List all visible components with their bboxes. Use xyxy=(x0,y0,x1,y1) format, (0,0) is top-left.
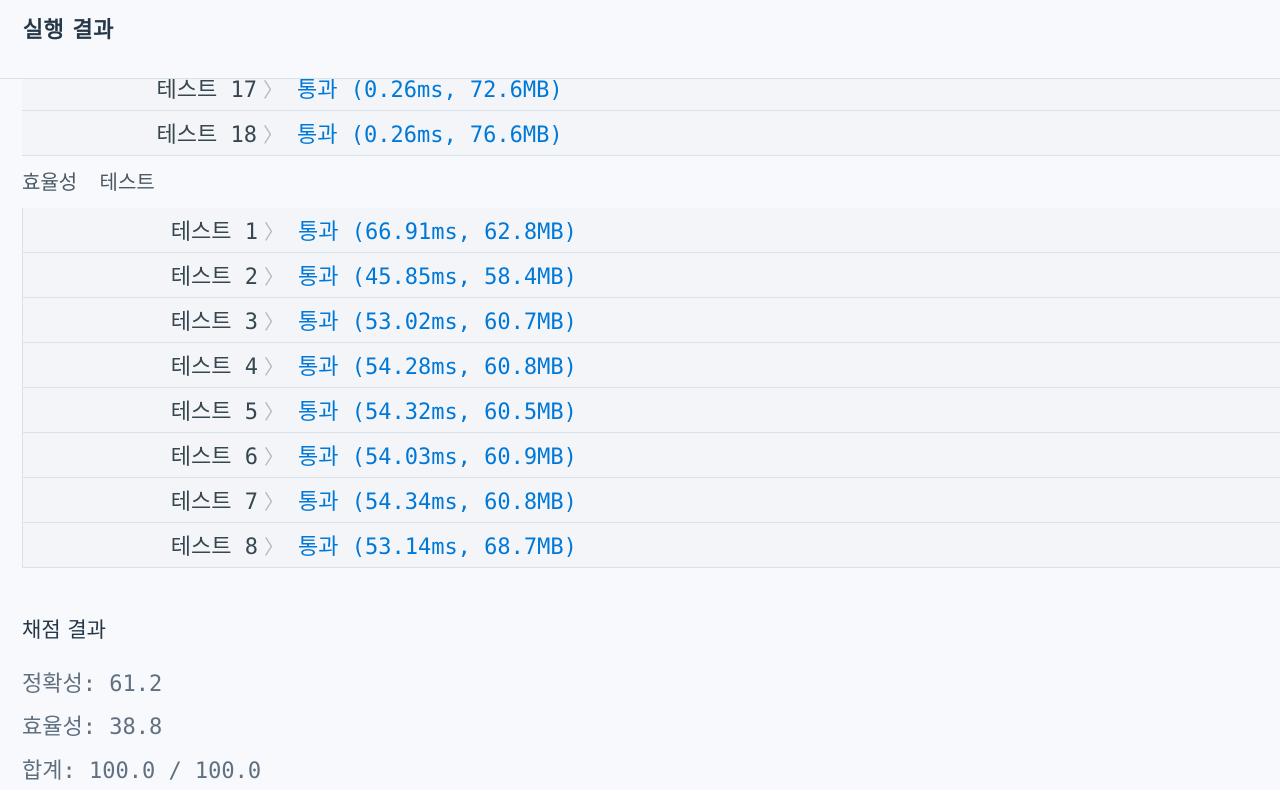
test-result: 통과 (45.85ms, 58.4MB) xyxy=(298,252,1280,298)
chevron-right-icon: 〉 xyxy=(264,535,284,559)
table-row: 테스트 6 〉 통과 (54.03ms, 60.9MB) xyxy=(22,432,1280,478)
test-label: 테스트 6 xyxy=(170,445,258,470)
table-row: 테스트 7 〉 통과 (54.34ms, 60.8MB) xyxy=(22,477,1280,523)
chevron-right-icon: 〉 xyxy=(264,400,284,424)
test-result: 통과 (54.34ms, 60.8MB) xyxy=(298,477,1280,523)
test-label: 테스트 5 xyxy=(170,400,258,425)
test-label: 테스트 7 xyxy=(170,490,258,515)
test-result: 통과 (54.03ms, 60.9MB) xyxy=(298,432,1280,478)
accuracy-result-table: 테스트 17 〉 통과 (0.26ms, 72.6MB) 테스트 18 〉 통과 (… xyxy=(22,66,1280,156)
table-row: 테스트 5 〉 통과 (54.32ms, 60.5MB) xyxy=(22,387,1280,433)
test-label: 테스트 17 xyxy=(156,78,257,103)
table-row: 테스트 1 〉 통과 (66.91ms, 62.8MB) xyxy=(22,208,1280,253)
test-label-cell: 테스트 3 〉 xyxy=(22,297,298,343)
chevron-right-icon: 〉 xyxy=(264,220,284,244)
test-result: 통과 (53.02ms, 60.7MB) xyxy=(298,297,1280,343)
test-label-cell: 테스트 4 〉 xyxy=(22,342,298,388)
test-label-cell: 테스트 7 〉 xyxy=(22,477,298,523)
test-result: 통과 (54.32ms, 60.5MB) xyxy=(298,387,1280,433)
test-label: 테스트 4 xyxy=(170,355,258,380)
table-row: 테스트 8 〉 통과 (53.14ms, 68.7MB) xyxy=(22,522,1280,568)
chevron-right-icon: 〉 xyxy=(264,445,284,469)
table-row: 테스트 2 〉 통과 (45.85ms, 58.4MB) xyxy=(22,252,1280,298)
chevron-right-icon: 〉 xyxy=(264,310,284,334)
result-panel-header: 실행 결과 xyxy=(0,0,1280,79)
score-title: 채점 결과 xyxy=(22,618,106,642)
test-result: 통과 (0.26ms, 76.6MB) xyxy=(297,110,1280,156)
test-label: 테스트 1 xyxy=(170,220,258,245)
efficiency-result-table: 테스트 1 〉 통과 (66.91ms, 62.8MB) 테스트 2 〉 통과 (4… xyxy=(22,208,1280,568)
test-label-cell: 테스트 6 〉 xyxy=(22,432,298,478)
test-label: 테스트 3 xyxy=(170,310,258,335)
test-label-cell: 테스트 18 〉 xyxy=(22,110,297,156)
test-label-cell: 테스트 5 〉 xyxy=(22,387,298,433)
table-row: 테스트 3 〉 통과 (53.02ms, 60.7MB) xyxy=(22,297,1280,343)
test-result: 통과 (54.28ms, 60.8MB) xyxy=(298,342,1280,388)
panel-title: 실행 결과 xyxy=(23,18,115,43)
chevron-right-icon: 〉 xyxy=(264,490,284,514)
test-label-cell: 테스트 1 〉 xyxy=(22,208,298,253)
total-score: 합계: 100.0 / 100.0 xyxy=(22,759,262,784)
efficiency-section-label: 효율성 테스트 xyxy=(22,170,155,194)
chevron-right-icon: 〉 xyxy=(264,355,284,379)
table-row: 테스트 18 〉 통과 (0.26ms, 76.6MB) xyxy=(22,110,1280,156)
test-label: 테스트 18 xyxy=(156,123,257,148)
accuracy-score: 정확성: 61.2 xyxy=(22,672,163,697)
chevron-right-icon: 〉 xyxy=(264,265,284,289)
test-result: 통과 (53.14ms, 68.7MB) xyxy=(298,522,1280,568)
chevron-right-icon: 〉 xyxy=(263,123,283,147)
table-row: 테스트 4 〉 통과 (54.28ms, 60.8MB) xyxy=(22,342,1280,388)
test-label-cell: 테스트 2 〉 xyxy=(22,252,298,298)
test-label: 테스트 8 xyxy=(170,535,258,560)
chevron-right-icon: 〉 xyxy=(263,78,283,102)
test-label-cell: 테스트 8 〉 xyxy=(22,522,298,568)
test-result: 통과 (66.91ms, 62.8MB) xyxy=(298,208,1280,253)
test-label: 테스트 2 xyxy=(170,265,258,290)
efficiency-score: 효율성: 38.8 xyxy=(22,715,163,740)
